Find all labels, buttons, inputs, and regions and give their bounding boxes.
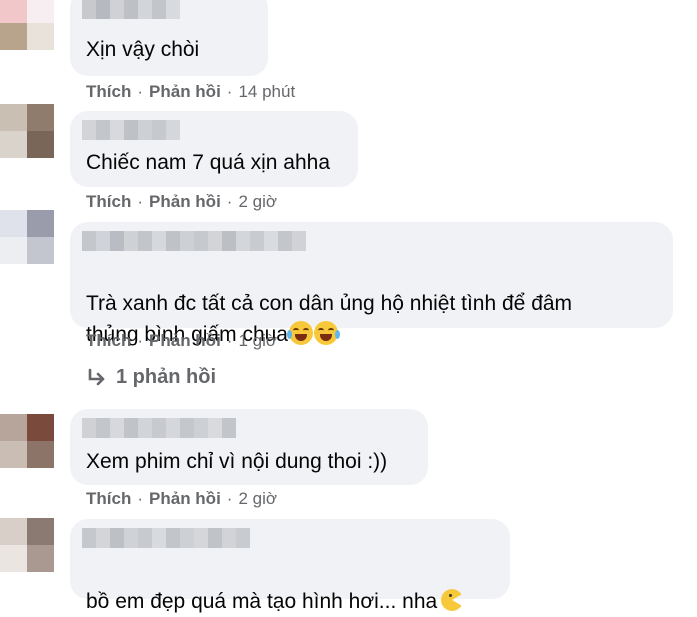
avatar[interactable]: [0, 414, 54, 468]
comment-text: Chiếc nam 7 quá xịn ahha: [86, 151, 330, 174]
separator: ·: [226, 192, 233, 211]
comment-time[interactable]: 1 giờ: [238, 331, 277, 351]
view-replies-link[interactable]: 1 phản hồi: [86, 366, 216, 389]
comment-text: bồ em đẹp quá mà tạo hình hơi... nha: [86, 555, 464, 617]
commenter-name-pixelated[interactable]: [82, 0, 180, 19]
separator: ·: [226, 82, 233, 101]
comment-actions: Thích · Phản hồi · 2 giờ: [86, 489, 277, 509]
comment-text-content: bồ em đẹp quá mà tạo hình hơi... nha: [86, 590, 438, 613]
comment-bubble: bồ em đẹp quá mà tạo hình hơi... nha: [70, 519, 510, 613]
commenter-name-pixelated[interactable]: [82, 528, 250, 548]
reply-button[interactable]: Phản hồi: [149, 489, 221, 509]
like-button[interactable]: Thích: [86, 331, 131, 351]
comment-actions: Thích · Phản hồi · 2 giờ: [86, 192, 277, 212]
laughing-tears-emoji: [286, 321, 313, 345]
comment-bubble: Xem phim chỉ vì nội dung thoi :)): [70, 409, 428, 485]
avatar[interactable]: [0, 0, 54, 50]
commenter-name-pixelated[interactable]: [82, 418, 236, 438]
reply-button[interactable]: Phản hồi: [149, 192, 221, 212]
comment-bubble: Xịn vậy chòi: [70, 0, 268, 76]
separator: ·: [137, 489, 144, 508]
like-button[interactable]: Thích: [86, 192, 131, 212]
comment-text: Xem phim chỉ vì nội dung thoi :)): [86, 450, 388, 473]
reply-arrow-icon: [88, 368, 105, 385]
comment-bubble: Chiếc nam 7 quá xịn ahha: [70, 111, 358, 187]
pacman-emoji: [441, 589, 464, 611]
laughing-tears-emoji: [313, 321, 340, 345]
like-button[interactable]: Thích: [86, 489, 131, 509]
separator: ·: [226, 331, 233, 350]
comment-time[interactable]: 2 giờ: [238, 192, 277, 212]
reply-button[interactable]: Phản hồi: [149, 82, 221, 102]
separator: ·: [137, 331, 144, 350]
avatar[interactable]: [0, 210, 54, 264]
separator: ·: [137, 192, 144, 211]
separator: ·: [137, 82, 144, 101]
comment-actions: Thích · Phản hồi · 14 phút: [86, 82, 295, 102]
separator: ·: [226, 489, 233, 508]
commenter-name-pixelated[interactable]: [82, 120, 180, 140]
comment-text: Xịn vậy chòi: [86, 38, 200, 61]
avatar[interactable]: [0, 518, 54, 572]
comment-time[interactable]: 14 phút: [238, 82, 295, 102]
commenter-name-pixelated[interactable]: [82, 231, 306, 251]
comment-actions: Thích · Phản hồi · 1 giờ: [86, 331, 277, 351]
avatar[interactable]: [0, 104, 54, 158]
reply-button[interactable]: Phản hồi: [149, 331, 221, 351]
view-replies-label[interactable]: 1 phản hồi: [116, 366, 216, 389]
comment-bubble: Trà xanh đc tất cả con dân ủng hộ nhiệt …: [70, 222, 673, 346]
comment-time[interactable]: 2 giờ: [238, 489, 277, 509]
like-button[interactable]: Thích: [86, 82, 131, 102]
